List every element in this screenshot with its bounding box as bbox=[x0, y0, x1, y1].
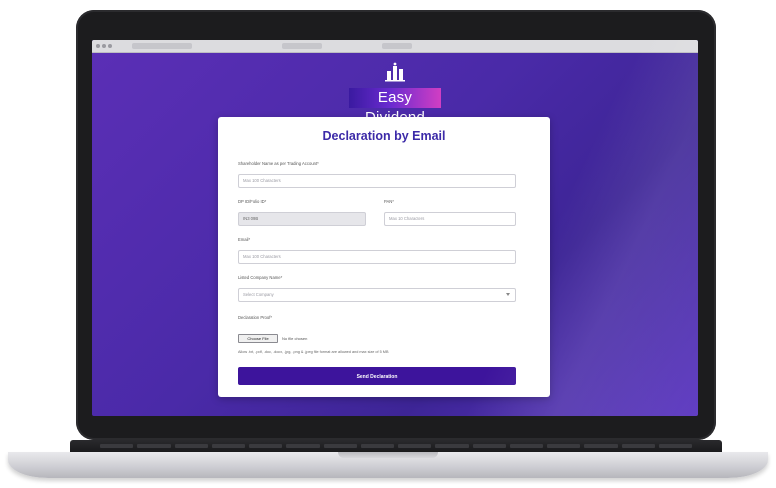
city-skyline-icon bbox=[385, 62, 405, 82]
lid-opening-notch bbox=[338, 452, 438, 458]
pan-label: PAN* bbox=[384, 199, 394, 204]
email-input[interactable]: Max 100 Characters bbox=[238, 250, 516, 264]
company-label: Listed Company Name* bbox=[238, 275, 283, 280]
shareholder-name-label: Shareholder Name as per Trading Account* bbox=[238, 161, 319, 166]
laptop-screen: Easy Dividend Declaration by Email Share… bbox=[92, 40, 698, 416]
declaration-form: Declaration by Email Shareholder Name as… bbox=[218, 117, 550, 397]
pan-input[interactable]: Max 10 Characters bbox=[384, 212, 516, 226]
shareholder-name-input[interactable]: Max 100 Characters bbox=[238, 174, 516, 188]
brand-name: Easy Dividend bbox=[349, 88, 441, 126]
brand: Easy Dividend bbox=[92, 62, 698, 126]
dp-folio-input[interactable]: IN3 09B bbox=[238, 212, 366, 226]
browser-bar bbox=[92, 40, 698, 53]
form-title: Declaration by Email bbox=[322, 129, 446, 143]
window-control-icon[interactable] bbox=[102, 44, 106, 48]
browser-tab[interactable] bbox=[382, 43, 412, 49]
company-select-value: Select Company bbox=[243, 292, 274, 297]
browser-tab[interactable] bbox=[132, 43, 192, 49]
window-control-icon[interactable] bbox=[96, 44, 100, 48]
company-select[interactable]: Select Company bbox=[238, 288, 516, 302]
send-declaration-button[interactable]: Send Declaration bbox=[238, 367, 516, 385]
chevron-down-icon bbox=[506, 293, 510, 296]
choose-file-button[interactable]: Choose File bbox=[238, 334, 278, 343]
dp-folio-label: DP ID/Folio ID* bbox=[238, 199, 267, 204]
email-label: Email* bbox=[238, 237, 251, 242]
file-status: No file chosen bbox=[282, 336, 308, 341]
browser-tab[interactable] bbox=[282, 43, 322, 49]
keyboard-keys bbox=[100, 444, 692, 448]
window-control-icon[interactable] bbox=[108, 44, 112, 48]
declaration-proof-label: Declaration Proof* bbox=[238, 315, 272, 320]
file-format-hint: Allow .txt, .pdf, .doc, .docx, .jpg, .pn… bbox=[238, 350, 389, 354]
